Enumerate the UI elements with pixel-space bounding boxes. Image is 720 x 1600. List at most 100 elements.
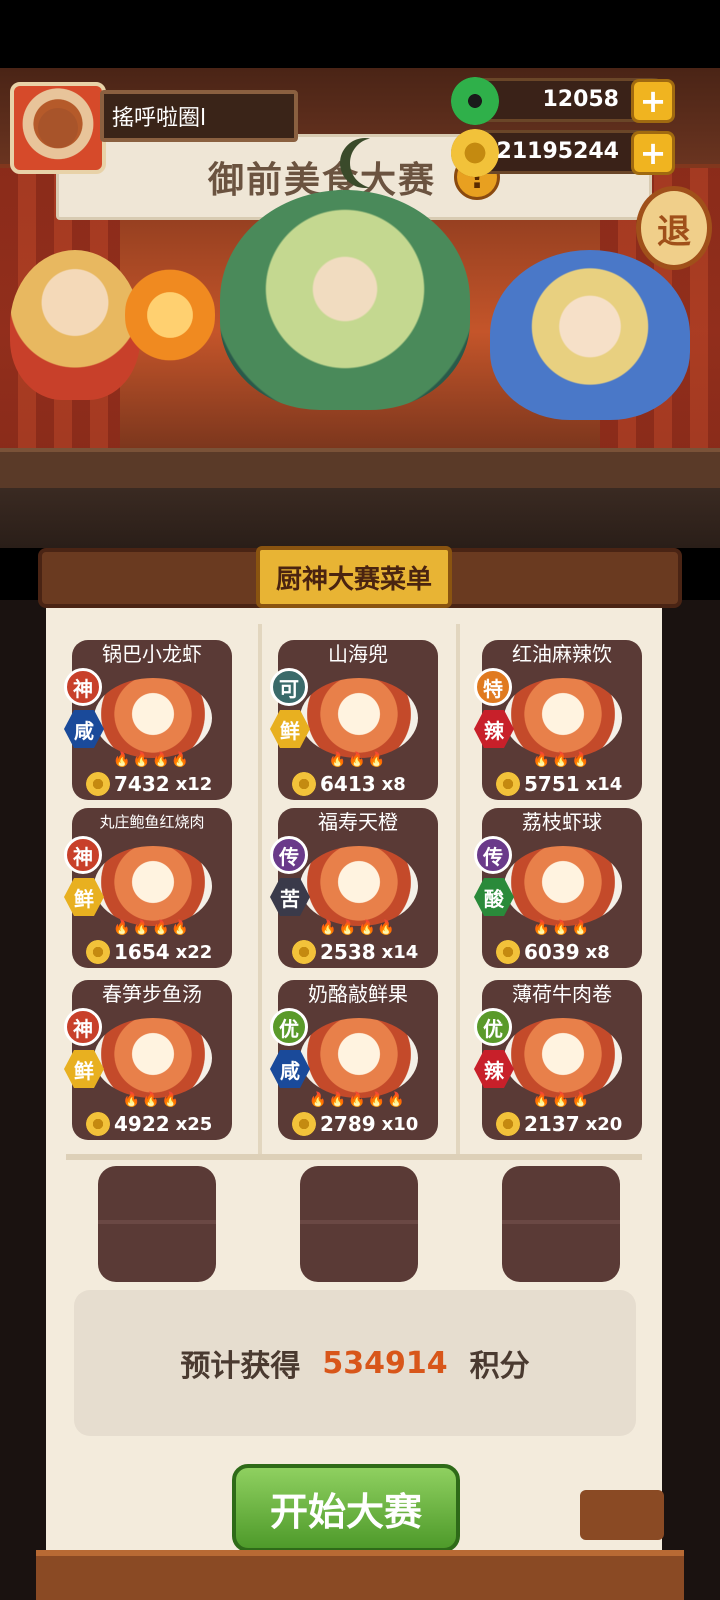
dish-cost-row: 2538 x14 <box>292 940 418 964</box>
tier-badge: 优 <box>270 1008 308 1046</box>
dish-cost-row: 4922 x25 <box>86 1112 212 1136</box>
player-name: 搖呼啦圈l <box>112 106 207 131</box>
dish-card[interactable]: 奶酪敲鲜果优咸 🔥🔥🔥🔥🔥 2789 x10 <box>270 980 438 1140</box>
dish-cost: 6413 <box>320 772 376 796</box>
coin-value: 21195244 <box>496 139 619 164</box>
player-avatar[interactable] <box>10 82 106 174</box>
gold-coin-icon <box>292 1112 316 1136</box>
dish-cost-row: 6039 x8 <box>496 940 610 964</box>
dish-card[interactable]: 丸庄鲍鱼红烧肉神鲜 🔥🔥🔥🔥 1654 x22 <box>64 808 232 968</box>
chef-character-left <box>10 250 140 400</box>
jade-value: 12058 <box>542 87 619 112</box>
dish-slot-3[interactable] <box>502 1166 620 1282</box>
tier-badge: 传 <box>270 836 308 874</box>
heat-flames: 🔥🔥🔥🔥 <box>113 920 191 936</box>
score-value: 534914 <box>322 1345 448 1381</box>
dish-card[interactable]: 锅巴小龙虾神咸 🔥🔥🔥🔥 7432 x12 <box>64 640 232 800</box>
dish-slot-1[interactable] <box>98 1166 216 1282</box>
utensil-holder-decoration <box>580 1490 664 1540</box>
heat-flames: 🔥🔥🔥 <box>328 752 388 768</box>
dish-image <box>94 846 212 926</box>
heat-flames: 🔥🔥🔥 <box>532 752 592 768</box>
dish-cost: 2137 <box>524 1112 580 1136</box>
score-unit: 积分 <box>469 1349 530 1384</box>
gold-coin-icon <box>496 772 520 796</box>
dish-image <box>504 1018 622 1098</box>
dish-image <box>300 1018 418 1098</box>
add-coin-button[interactable]: + <box>631 131 675 175</box>
gold-coin-icon <box>86 772 110 796</box>
dish-cost: 1654 <box>114 940 170 964</box>
tier-badge: 神 <box>64 836 102 874</box>
dish-card[interactable]: 山海兜可鲜 🔥🔥🔥 6413 x8 <box>270 640 438 800</box>
dish-cost-row: 2789 x10 <box>292 1112 418 1136</box>
menu-title: 厨神大赛菜单 <box>256 546 452 608</box>
chef-character-right <box>490 250 690 420</box>
dish-multiplier: x25 <box>175 1113 213 1135</box>
dish-card[interactable]: 福寿天橙传苦 🔥🔥🔥🔥 2538 x14 <box>270 808 438 968</box>
dish-name: 丸庄鲍鱼红烧肉 <box>99 813 205 831</box>
dish-multiplier: x10 <box>381 1113 419 1135</box>
dish-image <box>300 846 418 926</box>
dish-multiplier: x12 <box>175 773 213 795</box>
heat-flames: 🔥🔥🔥 <box>532 920 592 936</box>
avatar-face <box>38 108 78 148</box>
gold-coin-icon <box>496 1112 520 1136</box>
dish-multiplier: x14 <box>585 773 623 795</box>
dish-card[interactable]: 春笋步鱼汤神鲜 🔥🔥🔥 4922 x25 <box>64 980 232 1140</box>
dish-name: 薄荷牛肉卷 <box>512 982 612 1006</box>
chef-character-center <box>220 190 470 410</box>
player-name-box: 搖呼啦圈l <box>100 90 298 142</box>
start-contest-button[interactable]: 开始大赛 <box>232 1464 460 1552</box>
dish-cost-row: 2137 x20 <box>496 1112 622 1136</box>
row-divider <box>66 1154 642 1160</box>
exit-button[interactable]: 退 <box>636 186 712 270</box>
add-jade-button[interactable]: + <box>631 79 675 123</box>
tier-badge: 优 <box>474 1008 512 1046</box>
bottom-rail <box>36 1550 684 1600</box>
heat-flames: 🔥🔥🔥 <box>122 1092 182 1108</box>
dish-multiplier: x20 <box>585 1113 623 1135</box>
dish-multiplier: x8 <box>585 941 610 963</box>
slot-line <box>502 1220 620 1224</box>
dish-multiplier: x22 <box>175 941 213 963</box>
heat-flames: 🔥🔥🔥🔥 <box>319 920 397 936</box>
heat-flames: 🔥🔥🔥🔥🔥 <box>309 1092 407 1108</box>
dish-name: 奶酪敲鲜果 <box>308 982 408 1006</box>
board-side-right <box>662 600 720 1600</box>
dish-multiplier: x14 <box>381 941 419 963</box>
dish-cost: 7432 <box>114 772 170 796</box>
column-divider <box>258 624 262 1154</box>
status-bar-area <box>0 0 720 68</box>
counter-front <box>0 488 720 548</box>
dish-cost: 2538 <box>320 940 376 964</box>
board-side-left <box>0 600 46 1600</box>
gold-coin-icon <box>451 129 499 177</box>
dish-slot-2[interactable] <box>300 1166 418 1282</box>
dish-cost-row: 1654 x22 <box>86 940 212 964</box>
tier-badge: 神 <box>64 668 102 706</box>
slot-line <box>98 1220 216 1224</box>
column-divider <box>456 624 460 1154</box>
dish-cost: 4922 <box>114 1112 170 1136</box>
dish-card[interactable]: 红油麻辣饮特辣 🔥🔥🔥 5751 x14 <box>474 640 642 800</box>
dish-card[interactable]: 薄荷牛肉卷优辣 🔥🔥🔥 2137 x20 <box>474 980 642 1140</box>
jade-counter: 12058 + <box>451 77 675 125</box>
dish-name: 锅巴小龙虾 <box>102 642 202 666</box>
dish-name: 红油麻辣饮 <box>512 642 612 666</box>
dish-name: 福寿天橙 <box>318 810 398 834</box>
dish-name: 春笋步鱼汤 <box>102 982 202 1006</box>
coin-counter: 21195244 + <box>451 129 675 177</box>
gold-coin-icon <box>86 1112 110 1136</box>
heat-flames: 🔥🔥🔥 <box>532 1092 592 1108</box>
dish-multiplier: x8 <box>381 773 406 795</box>
score-label: 预计获得 <box>180 1349 301 1384</box>
moon-icon <box>350 138 400 188</box>
dish-name: 荔枝虾球 <box>522 810 602 834</box>
dish-card[interactable]: 荔枝虾球传酸 🔥🔥🔥 6039 x8 <box>474 808 642 968</box>
dish-cost: 5751 <box>524 772 580 796</box>
tier-badge: 神 <box>64 1008 102 1046</box>
dish-image <box>300 678 418 758</box>
score-panel: 预计获得 534914 积分 <box>74 1290 636 1436</box>
tier-badge: 可 <box>270 668 308 706</box>
